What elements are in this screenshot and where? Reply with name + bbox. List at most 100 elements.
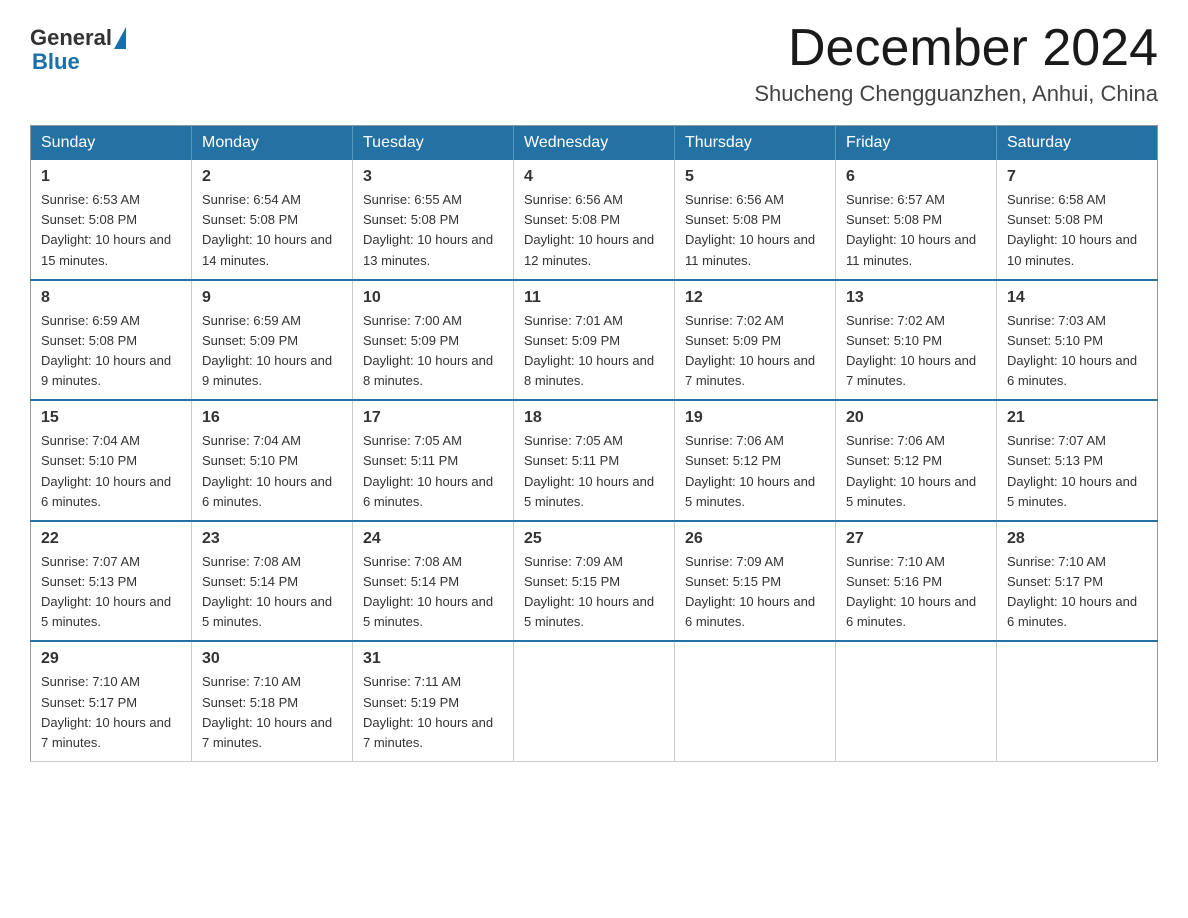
day-info: Sunrise: 7:10 AMSunset: 5:18 PMDaylight:…	[202, 672, 342, 753]
day-info: Sunrise: 6:57 AMSunset: 5:08 PMDaylight:…	[846, 190, 986, 271]
calendar-week-row: 8 Sunrise: 6:59 AMSunset: 5:08 PMDayligh…	[31, 280, 1158, 401]
day-number: 14	[1007, 289, 1147, 307]
day-info: Sunrise: 7:09 AMSunset: 5:15 PMDaylight:…	[524, 552, 664, 633]
calendar-header-saturday: Saturday	[997, 126, 1158, 161]
day-info: Sunrise: 7:07 AMSunset: 5:13 PMDaylight:…	[1007, 431, 1147, 512]
calendar-header-row: SundayMondayTuesdayWednesdayThursdayFrid…	[31, 126, 1158, 161]
calendar-cell: 11 Sunrise: 7:01 AMSunset: 5:09 PMDaylig…	[514, 280, 675, 401]
logo-blue-text: Blue	[32, 49, 80, 74]
calendar-cell: 18 Sunrise: 7:05 AMSunset: 5:11 PMDaylig…	[514, 400, 675, 521]
day-number: 8	[41, 289, 181, 307]
day-number: 1	[41, 168, 181, 186]
calendar-week-row: 29 Sunrise: 7:10 AMSunset: 5:17 PMDaylig…	[31, 641, 1158, 761]
day-info: Sunrise: 6:56 AMSunset: 5:08 PMDaylight:…	[524, 190, 664, 271]
calendar-week-row: 22 Sunrise: 7:07 AMSunset: 5:13 PMDaylig…	[31, 521, 1158, 642]
page-header: General Blue December 2024 Shucheng Chen…	[30, 20, 1158, 107]
calendar-cell: 22 Sunrise: 7:07 AMSunset: 5:13 PMDaylig…	[31, 521, 192, 642]
calendar-cell: 17 Sunrise: 7:05 AMSunset: 5:11 PMDaylig…	[353, 400, 514, 521]
day-info: Sunrise: 7:03 AMSunset: 5:10 PMDaylight:…	[1007, 311, 1147, 392]
calendar-cell: 26 Sunrise: 7:09 AMSunset: 5:15 PMDaylig…	[675, 521, 836, 642]
day-info: Sunrise: 7:05 AMSunset: 5:11 PMDaylight:…	[524, 431, 664, 512]
logo: General Blue	[30, 20, 128, 75]
calendar-cell: 24 Sunrise: 7:08 AMSunset: 5:14 PMDaylig…	[353, 521, 514, 642]
day-info: Sunrise: 7:06 AMSunset: 5:12 PMDaylight:…	[685, 431, 825, 512]
calendar-cell: 10 Sunrise: 7:00 AMSunset: 5:09 PMDaylig…	[353, 280, 514, 401]
title-section: December 2024 Shucheng Chengguanzhen, An…	[754, 20, 1158, 107]
day-number: 26	[685, 530, 825, 548]
day-info: Sunrise: 7:05 AMSunset: 5:11 PMDaylight:…	[363, 431, 503, 512]
day-info: Sunrise: 6:53 AMSunset: 5:08 PMDaylight:…	[41, 190, 181, 271]
location-subtitle: Shucheng Chengguanzhen, Anhui, China	[754, 81, 1158, 107]
day-info: Sunrise: 6:59 AMSunset: 5:09 PMDaylight:…	[202, 311, 342, 392]
calendar-cell: 31 Sunrise: 7:11 AMSunset: 5:19 PMDaylig…	[353, 641, 514, 761]
calendar-cell: 15 Sunrise: 7:04 AMSunset: 5:10 PMDaylig…	[31, 400, 192, 521]
day-number: 11	[524, 289, 664, 307]
calendar-header-tuesday: Tuesday	[353, 126, 514, 161]
day-number: 17	[363, 409, 503, 427]
day-number: 28	[1007, 530, 1147, 548]
day-number: 22	[41, 530, 181, 548]
calendar-cell	[836, 641, 997, 761]
calendar-cell	[514, 641, 675, 761]
calendar-header-monday: Monday	[192, 126, 353, 161]
day-info: Sunrise: 7:10 AMSunset: 5:16 PMDaylight:…	[846, 552, 986, 633]
day-info: Sunrise: 7:02 AMSunset: 5:09 PMDaylight:…	[685, 311, 825, 392]
day-info: Sunrise: 6:58 AMSunset: 5:08 PMDaylight:…	[1007, 190, 1147, 271]
calendar-cell: 29 Sunrise: 7:10 AMSunset: 5:17 PMDaylig…	[31, 641, 192, 761]
calendar-cell	[675, 641, 836, 761]
day-info: Sunrise: 7:08 AMSunset: 5:14 PMDaylight:…	[202, 552, 342, 633]
day-info: Sunrise: 6:55 AMSunset: 5:08 PMDaylight:…	[363, 190, 503, 271]
day-info: Sunrise: 6:59 AMSunset: 5:08 PMDaylight:…	[41, 311, 181, 392]
day-info: Sunrise: 7:11 AMSunset: 5:19 PMDaylight:…	[363, 672, 503, 753]
calendar-table: SundayMondayTuesdayWednesdayThursdayFrid…	[30, 125, 1158, 762]
day-number: 21	[1007, 409, 1147, 427]
calendar-cell: 14 Sunrise: 7:03 AMSunset: 5:10 PMDaylig…	[997, 280, 1158, 401]
calendar-week-row: 1 Sunrise: 6:53 AMSunset: 5:08 PMDayligh…	[31, 160, 1158, 280]
calendar-cell: 25 Sunrise: 7:09 AMSunset: 5:15 PMDaylig…	[514, 521, 675, 642]
day-number: 16	[202, 409, 342, 427]
calendar-cell: 30 Sunrise: 7:10 AMSunset: 5:18 PMDaylig…	[192, 641, 353, 761]
day-number: 13	[846, 289, 986, 307]
calendar-cell: 2 Sunrise: 6:54 AMSunset: 5:08 PMDayligh…	[192, 160, 353, 280]
day-info: Sunrise: 7:08 AMSunset: 5:14 PMDaylight:…	[363, 552, 503, 633]
calendar-week-row: 15 Sunrise: 7:04 AMSunset: 5:10 PMDaylig…	[31, 400, 1158, 521]
calendar-cell: 9 Sunrise: 6:59 AMSunset: 5:09 PMDayligh…	[192, 280, 353, 401]
calendar-cell: 19 Sunrise: 7:06 AMSunset: 5:12 PMDaylig…	[675, 400, 836, 521]
calendar-cell: 5 Sunrise: 6:56 AMSunset: 5:08 PMDayligh…	[675, 160, 836, 280]
logo-general-text: General	[30, 25, 112, 51]
calendar-cell: 13 Sunrise: 7:02 AMSunset: 5:10 PMDaylig…	[836, 280, 997, 401]
day-info: Sunrise: 6:56 AMSunset: 5:08 PMDaylight:…	[685, 190, 825, 271]
logo-triangle-icon	[114, 27, 126, 49]
day-number: 9	[202, 289, 342, 307]
calendar-cell: 23 Sunrise: 7:08 AMSunset: 5:14 PMDaylig…	[192, 521, 353, 642]
calendar-cell: 20 Sunrise: 7:06 AMSunset: 5:12 PMDaylig…	[836, 400, 997, 521]
day-number: 5	[685, 168, 825, 186]
day-number: 31	[363, 650, 503, 668]
calendar-cell: 7 Sunrise: 6:58 AMSunset: 5:08 PMDayligh…	[997, 160, 1158, 280]
calendar-cell: 27 Sunrise: 7:10 AMSunset: 5:16 PMDaylig…	[836, 521, 997, 642]
day-info: Sunrise: 7:09 AMSunset: 5:15 PMDaylight:…	[685, 552, 825, 633]
calendar-cell: 8 Sunrise: 6:59 AMSunset: 5:08 PMDayligh…	[31, 280, 192, 401]
month-title: December 2024	[754, 20, 1158, 77]
calendar-cell: 28 Sunrise: 7:10 AMSunset: 5:17 PMDaylig…	[997, 521, 1158, 642]
calendar-cell: 6 Sunrise: 6:57 AMSunset: 5:08 PMDayligh…	[836, 160, 997, 280]
day-info: Sunrise: 7:07 AMSunset: 5:13 PMDaylight:…	[41, 552, 181, 633]
calendar-cell: 4 Sunrise: 6:56 AMSunset: 5:08 PMDayligh…	[514, 160, 675, 280]
day-number: 24	[363, 530, 503, 548]
calendar-header-wednesday: Wednesday	[514, 126, 675, 161]
day-number: 30	[202, 650, 342, 668]
day-info: Sunrise: 7:04 AMSunset: 5:10 PMDaylight:…	[41, 431, 181, 512]
calendar-cell: 3 Sunrise: 6:55 AMSunset: 5:08 PMDayligh…	[353, 160, 514, 280]
day-number: 29	[41, 650, 181, 668]
day-number: 4	[524, 168, 664, 186]
calendar-cell: 16 Sunrise: 7:04 AMSunset: 5:10 PMDaylig…	[192, 400, 353, 521]
calendar-header-thursday: Thursday	[675, 126, 836, 161]
day-number: 20	[846, 409, 986, 427]
day-number: 18	[524, 409, 664, 427]
day-info: Sunrise: 7:04 AMSunset: 5:10 PMDaylight:…	[202, 431, 342, 512]
calendar-header-sunday: Sunday	[31, 126, 192, 161]
day-number: 6	[846, 168, 986, 186]
day-info: Sunrise: 7:02 AMSunset: 5:10 PMDaylight:…	[846, 311, 986, 392]
day-number: 15	[41, 409, 181, 427]
day-number: 25	[524, 530, 664, 548]
